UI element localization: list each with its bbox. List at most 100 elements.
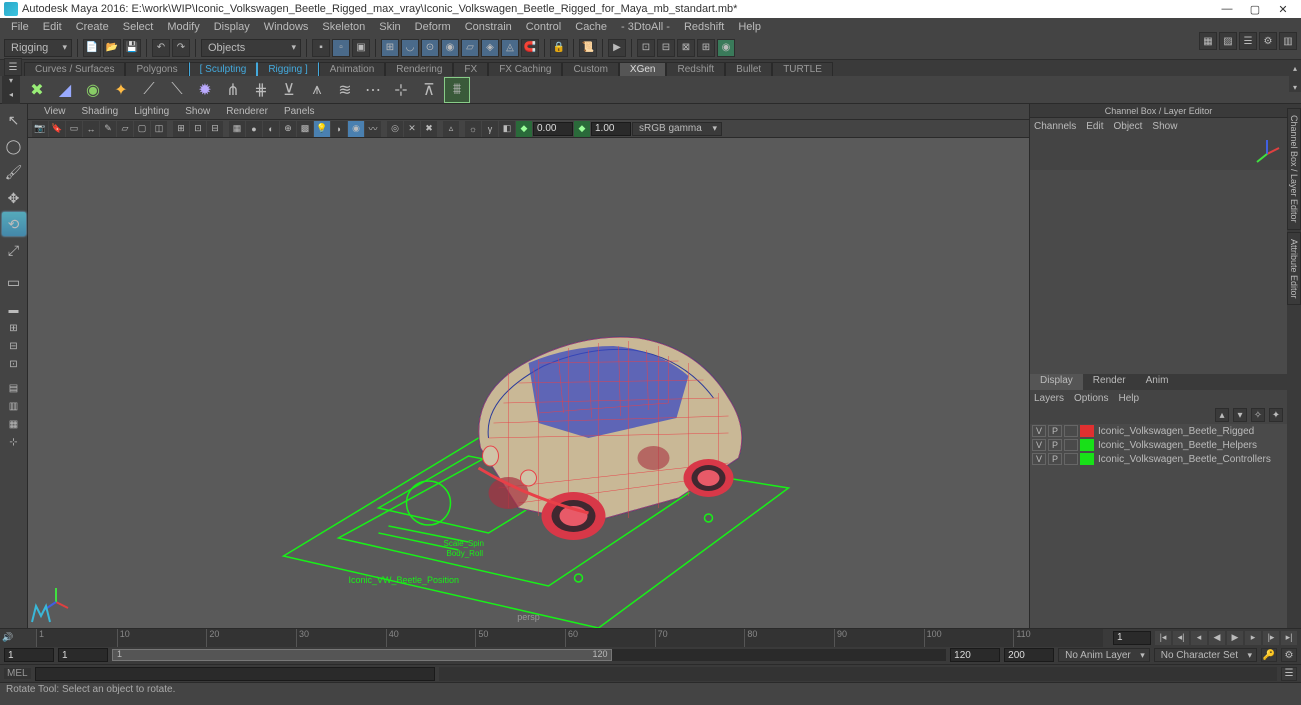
- layer-type-toggle[interactable]: [1064, 425, 1078, 437]
- lasso-tool[interactable]: ◯: [2, 134, 26, 158]
- layer-playback-toggle[interactable]: P: [1048, 439, 1062, 451]
- xgen-brush1-icon[interactable]: ⋔: [220, 77, 246, 103]
- vp-smooth-shade-icon[interactable]: ●: [246, 121, 262, 137]
- menu-deform[interactable]: Deform: [408, 21, 458, 33]
- layer-menu-help[interactable]: Help: [1118, 393, 1139, 404]
- menu-redshift[interactable]: Redshift: [677, 21, 731, 33]
- layer-type-toggle[interactable]: [1064, 453, 1078, 465]
- hypershade-layout-icon[interactable]: ▦: [2, 416, 26, 432]
- xgen-description-icon[interactable]: ◢: [52, 77, 78, 103]
- autokey-icon[interactable]: 🔑: [1261, 648, 1277, 662]
- vp-menu-panels[interactable]: Panels: [276, 106, 323, 117]
- step-forward-icon[interactable]: ▸: [1245, 631, 1261, 645]
- shelf-tab-sculpting[interactable]: [ Sculpting: [189, 62, 258, 76]
- vp-motion-blur-icon[interactable]: 〰: [365, 121, 381, 137]
- vp-menu-renderer[interactable]: Renderer: [218, 106, 276, 117]
- menu--3dtoall-[interactable]: - 3DtoAll -: [614, 21, 677, 33]
- shelf-scroll[interactable]: ▴ ▾: [1289, 64, 1301, 92]
- anim-layer-selector[interactable]: No Anim Layer: [1058, 648, 1150, 662]
- xgen-brush4-icon[interactable]: ⩚: [304, 77, 330, 103]
- character-set-selector[interactable]: No Character Set: [1154, 648, 1257, 662]
- layer-tab-render[interactable]: Render: [1083, 374, 1136, 390]
- ipr-render-icon[interactable]: ⊡: [637, 39, 655, 57]
- play-backward-icon[interactable]: ◀: [1209, 631, 1225, 645]
- vp-2dpan-icon[interactable]: ↔: [83, 121, 99, 137]
- vp-menu-view[interactable]: View: [36, 106, 74, 117]
- range-start-inner-field[interactable]: [58, 648, 108, 662]
- step-forward-key-icon[interactable]: |▸: [1263, 631, 1279, 645]
- paint-select-tool[interactable]: 🖌: [2, 160, 26, 184]
- two-pane-h-icon[interactable]: ⊟: [2, 338, 26, 354]
- layer-visibility-toggle[interactable]: V: [1032, 453, 1046, 465]
- make-live-icon[interactable]: 🧲: [521, 39, 539, 57]
- channel-box-toggle-icon[interactable]: ▥: [1279, 32, 1297, 50]
- vp-dof-icon[interactable]: ▵: [443, 121, 459, 137]
- shelf-tab-fx[interactable]: FX: [453, 62, 488, 76]
- view-compass-icon[interactable]: [1251, 138, 1283, 170]
- xgen-brush5-icon[interactable]: ≋: [332, 77, 358, 103]
- script-editor-icon[interactable]: ☰: [1281, 667, 1297, 681]
- minimize-button[interactable]: —: [1213, 1, 1241, 17]
- timeline-ruler[interactable]: 1102030405060708090100110120: [36, 629, 1103, 647]
- shelf-tab-menu-icon[interactable]: ◂: [2, 90, 20, 104]
- layer-playback-toggle[interactable]: P: [1048, 425, 1062, 437]
- menu-constrain[interactable]: Constrain: [458, 21, 519, 33]
- two-pane-v-icon[interactable]: ⊡: [2, 356, 26, 372]
- open-scene-icon[interactable]: 📂: [103, 39, 121, 57]
- layer-new-selected-icon[interactable]: ✦: [1269, 408, 1283, 422]
- layer-visibility-toggle[interactable]: V: [1032, 439, 1046, 451]
- shelf-tab-rigging[interactable]: Rigging ]: [257, 62, 318, 76]
- layer-tab-anim[interactable]: Anim: [1136, 374, 1179, 390]
- scale-tool[interactable]: ⤢: [2, 238, 26, 262]
- menu-windows[interactable]: Windows: [257, 21, 316, 33]
- menu-help[interactable]: Help: [731, 21, 768, 33]
- shelf-tab-rendering[interactable]: Rendering: [385, 62, 453, 76]
- layer-row[interactable]: VPIconic_Volkswagen_Beetle_Controllers: [1030, 452, 1287, 466]
- custom-layout-icon[interactable]: ⊹: [2, 434, 26, 450]
- xgen-brush6-icon[interactable]: ⋯: [360, 77, 386, 103]
- vp-color-mgmt-icon[interactable]: ◆: [516, 121, 532, 137]
- layer-type-toggle[interactable]: [1064, 439, 1078, 451]
- maximize-button[interactable]: ▢: [1241, 1, 1269, 17]
- single-pane-icon[interactable]: ▬: [2, 302, 26, 318]
- selection-mask-selector[interactable]: Objects: [201, 39, 301, 57]
- shelf-tab-bullet[interactable]: Bullet: [725, 62, 772, 76]
- xgen-brush7-icon[interactable]: ⊹: [388, 77, 414, 103]
- xgen-brush8-icon[interactable]: ⊼: [416, 77, 442, 103]
- menu-modify[interactable]: Modify: [160, 21, 206, 33]
- vp-safe-action-icon[interactable]: ⊟: [207, 121, 223, 137]
- xgen-create-icon[interactable]: ✖: [24, 77, 50, 103]
- range-start-outer-field[interactable]: [4, 648, 54, 662]
- vp-resolution-gate-icon[interactable]: ▢: [134, 121, 150, 137]
- timeline-sound-icon[interactable]: 🔊: [0, 632, 16, 643]
- vp-gamma-toggle-icon[interactable]: ◆: [574, 121, 590, 137]
- outliner-layout-icon[interactable]: ▤: [2, 380, 26, 396]
- vp-exposure-icon[interactable]: ☼: [465, 121, 481, 137]
- range-end-outer-field[interactable]: [1004, 648, 1054, 662]
- step-back-icon[interactable]: ◂: [1191, 631, 1207, 645]
- select-tool[interactable]: ↖: [2, 108, 26, 132]
- range-end-inner-field[interactable]: [950, 648, 1000, 662]
- vp-bookmark-icon[interactable]: 🔖: [49, 121, 65, 137]
- cb-menu-show[interactable]: Show: [1152, 121, 1177, 132]
- command-input[interactable]: [35, 667, 435, 681]
- menu-display[interactable]: Display: [207, 21, 257, 33]
- layer-color-swatch[interactable]: [1080, 425, 1094, 437]
- lock-selection-icon[interactable]: 🔒: [550, 39, 568, 57]
- rotate-tool[interactable]: ⟲: [2, 212, 26, 236]
- current-frame-field[interactable]: [1113, 631, 1151, 645]
- vp-isolate-icon[interactable]: ◎: [387, 121, 403, 137]
- hypershade-icon[interactable]: ⊞: [697, 39, 715, 57]
- vp-menu-show[interactable]: Show: [177, 106, 218, 117]
- layer-menu-layers[interactable]: Layers: [1034, 393, 1064, 404]
- xgen-preview-icon[interactable]: ◉: [80, 77, 106, 103]
- select-by-hierarchy-icon[interactable]: ▪: [312, 39, 330, 57]
- vp-grid-icon[interactable]: ⊞: [173, 121, 189, 137]
- save-scene-icon[interactable]: 💾: [123, 39, 141, 57]
- shelf-toggle-icon[interactable]: ☰: [4, 58, 22, 76]
- menu-edit[interactable]: Edit: [36, 21, 69, 33]
- menu-skin[interactable]: Skin: [372, 21, 407, 33]
- render-view-icon[interactable]: ⊟: [657, 39, 675, 57]
- render-frame-icon[interactable]: ▶: [608, 39, 626, 57]
- snap-live-icon[interactable]: ◈: [481, 39, 499, 57]
